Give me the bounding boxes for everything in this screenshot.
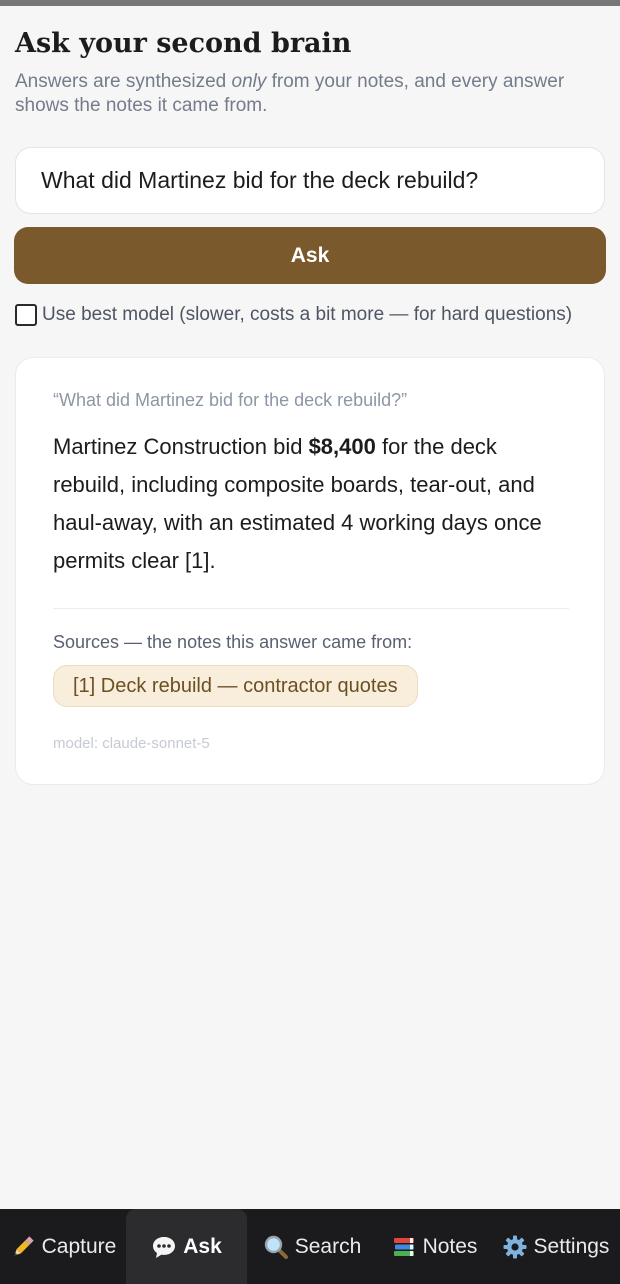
- question-echo: “What did Martinez bid for the deck rebu…: [53, 390, 408, 410]
- answer-card: “What did Martinez bid for the deck rebu…: [15, 357, 605, 785]
- speech-bubble-icon: [151, 1234, 177, 1260]
- best-model-option[interactable]: Use best model (slower, costs a bit more…: [15, 302, 572, 328]
- books-icon: [391, 1234, 417, 1260]
- pencil-icon: [10, 1234, 36, 1260]
- source-chip[interactable]: [1] Deck rebuild — contractor quotes: [53, 665, 418, 707]
- tab-settings-label: Settings: [533, 1234, 610, 1258]
- best-model-label: Use best model (slower, costs a bit more…: [42, 304, 573, 325]
- subtitle-text-start: Answers are synthesized: [15, 71, 232, 92]
- question-input[interactable]: [15, 147, 605, 214]
- answer-bid-amount: $8,400: [308, 434, 376, 459]
- answer-text-start: Martinez Construction bid: [53, 434, 309, 459]
- tab-search-label: Search: [294, 1234, 362, 1258]
- card-divider: [53, 608, 569, 609]
- tab-notes[interactable]: Notes: [377, 1209, 491, 1284]
- page-title: Ask your second brain: [15, 28, 352, 59]
- best-model-checkbox[interactable]: [15, 304, 37, 326]
- answer-text: Martinez Construction bid $8,400 for the…: [53, 428, 573, 580]
- tab-ask-label: Ask: [183, 1234, 222, 1258]
- tab-search[interactable]: Search: [247, 1209, 377, 1284]
- page-subtitle: Answers are synthesized only from your n…: [15, 70, 595, 118]
- tab-ask[interactable]: Ask: [126, 1209, 247, 1284]
- top-edge-strip: [0, 0, 620, 6]
- bottom-navigation-bar: Capture Ask Search Notes Settings: [0, 1209, 620, 1284]
- subtitle-emphasis: only: [231, 71, 267, 92]
- tab-settings[interactable]: Settings: [491, 1209, 620, 1284]
- tab-capture-label: Capture: [41, 1234, 117, 1258]
- gear-icon: [502, 1234, 528, 1260]
- ask-button[interactable]: Ask: [14, 227, 606, 284]
- tab-capture[interactable]: Capture: [0, 1209, 126, 1284]
- magnifier-icon: [263, 1234, 289, 1260]
- sources-heading: Sources — the notes this answer came fro…: [53, 632, 413, 652]
- model-label: model: claude-sonnet-5: [53, 735, 210, 752]
- tab-notes-label: Notes: [422, 1234, 478, 1258]
